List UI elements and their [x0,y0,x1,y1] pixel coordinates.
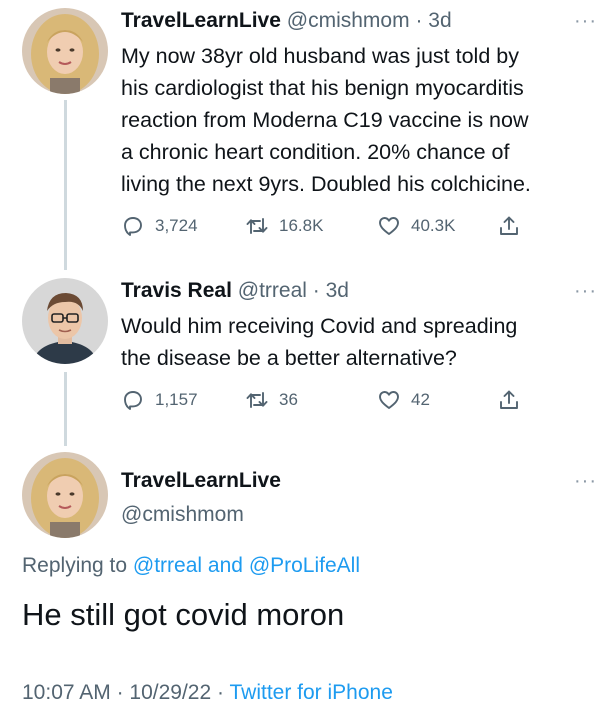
retweet-count: 16.8K [279,216,324,235]
avatar-travellearnlive[interactable] [22,8,108,94]
avatar-image [22,452,108,538]
avatar-image [22,8,108,94]
thread-line-1 [64,100,67,270]
tweet-time[interactable]: 10:07 AM [22,681,111,704]
tweet-text-line: My now 38yr old husband was just told by [121,44,519,68]
like-icon [379,217,399,235]
reply-count: 3,724 [155,216,198,235]
separator-dot: · [312,279,320,302]
retweet-button[interactable]: 16.8K [245,214,323,238]
share-icon [500,216,518,235]
retweet-icon [246,218,268,234]
replying-and: and [207,554,243,577]
reply-icon [124,217,142,236]
retweet-count: 36 [279,390,298,409]
replying-to: Replying to @trreal and @ProLifeAll [22,552,360,580]
share-icon [500,390,518,409]
like-button[interactable]: 42 [377,388,430,412]
author-handle[interactable]: @cmishmom [121,502,244,528]
mention-link[interactable]: @trreal [133,554,202,577]
retweet-button[interactable]: 36 [245,388,298,412]
author-name[interactable]: TravelLearnLive [121,468,281,494]
like-button[interactable]: 40.3K [377,214,455,238]
tweet-text-line: a chronic heart condition. 20% chance of [121,140,510,164]
tweet-meta: 10:07 AM · 10/29/22 · Twitter for iPhone [22,680,393,706]
separator-dot: · [415,9,423,32]
tweet-text-line: living the next 9yrs. Doubled his colchi… [121,172,531,196]
author-handle[interactable]: @cmishmom [287,9,410,32]
share-button[interactable] [497,388,521,417]
reply-button[interactable]: 3,724 [121,214,198,238]
separator-dot: · [116,681,124,704]
retweet-icon [246,392,268,408]
main-tweet-text: He still got covid moron [22,597,345,632]
mention-link[interactable]: @ProLifeAll [249,554,360,577]
avatar-travis-real[interactable] [22,278,108,364]
tweet-timestamp[interactable]: 3d [428,9,451,32]
author-name[interactable]: TravelLearnLive [121,9,281,32]
reply-button[interactable]: 1,157 [121,388,198,412]
reply-icon [124,391,142,410]
avatar-image [22,278,108,364]
like-count: 42 [411,390,430,409]
tweet-text-line: Would him receiving Covid and spreading [121,314,518,338]
tweet-text-line: reaction from Moderna C19 vaccine is now [121,108,529,132]
replying-prefix: Replying to [22,554,128,577]
tweet-header: TravelLearnLive @cmishmom · 3d [121,8,452,34]
like-count: 40.3K [411,216,456,235]
more-icon[interactable]: ··· [574,471,597,491]
more-icon[interactable]: ··· [574,281,597,301]
reply-count: 1,157 [155,390,198,409]
tweet-header: Travis Real @trreal · 3d [121,278,349,304]
tweet-timestamp[interactable]: 3d [326,279,349,302]
author-handle[interactable]: @trreal [238,279,307,302]
more-icon[interactable]: ··· [574,11,597,31]
tweet-date[interactable]: 10/29/22 [129,681,211,704]
tweet-text-line: his cardiologist that his benign myocard… [121,76,524,100]
share-button[interactable] [497,214,521,243]
separator-dot: · [217,681,225,704]
tweet-text-line: the disease be a better alternative? [121,346,457,370]
tweet-text: Would him receiving Covid and spreading … [121,310,611,374]
thread-line-2 [64,372,67,446]
tweet-source[interactable]: Twitter for iPhone [229,681,392,704]
avatar-travellearnlive[interactable] [22,452,108,538]
like-icon [379,391,399,409]
tweet-text: My now 38yr old husband was just told by… [121,40,611,200]
author-name[interactable]: Travis Real [121,279,232,302]
